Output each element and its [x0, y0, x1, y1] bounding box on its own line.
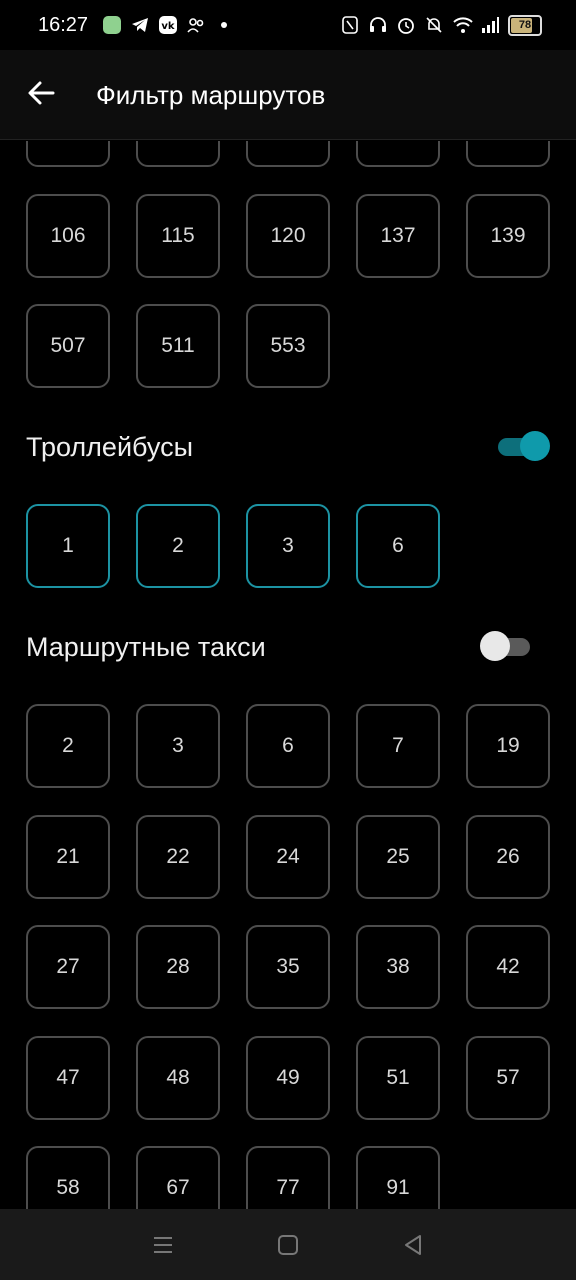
arrow-left-icon: [28, 81, 55, 105]
route-chip[interactable]: [356, 141, 440, 167]
back-icon: [405, 1234, 422, 1255]
route-chip[interactable]: 19: [466, 704, 550, 788]
route-chip[interactable]: 57: [466, 1036, 550, 1120]
route-chip[interactable]: 91: [356, 1146, 440, 1209]
toggle-knob: [480, 631, 510, 661]
menu-button[interactable]: [148, 1230, 178, 1260]
route-chip[interactable]: [136, 141, 220, 167]
route-chip[interactable]: 42: [466, 925, 550, 1009]
route-chip[interactable]: 6: [356, 504, 440, 588]
dot-icon: [214, 15, 234, 35]
status-time: 16:27: [38, 13, 89, 36]
route-chip[interactable]: 47: [26, 1036, 110, 1120]
route-chip[interactable]: [26, 141, 110, 167]
route-chip[interactable]: 2: [26, 704, 110, 788]
status-left: 16:27 vk: [38, 14, 234, 37]
route-filter-list[interactable]: 106 115 120 137 139 507 511 553 Троллейб…: [0, 141, 576, 1209]
mute-icon: [424, 15, 444, 35]
minibus-routes-row: 21 22 24 25 26: [26, 815, 550, 899]
route-chip[interactable]: 3: [136, 704, 220, 788]
route-chip[interactable]: 22: [136, 815, 220, 899]
route-chip[interactable]: 58: [26, 1146, 110, 1209]
alarm-icon: [396, 15, 416, 35]
route-chip[interactable]: 28: [136, 925, 220, 1009]
bus-routes-row-cut: [26, 141, 550, 167]
minibus-routes-row: 58 67 77 91: [26, 1146, 440, 1209]
route-chip[interactable]: 139: [466, 194, 550, 278]
minibuses-toggle[interactable]: [480, 631, 534, 661]
route-chip[interactable]: 24: [246, 815, 330, 899]
route-chip[interactable]: 137: [356, 194, 440, 278]
app-bar: Фильтр маршрутов: [0, 50, 576, 140]
status-right: 78: [340, 14, 542, 36]
svg-text:vk: vk: [161, 21, 175, 32]
headset-icon: [368, 15, 388, 35]
back-button[interactable]: [24, 76, 58, 110]
battery-icon: 78: [508, 14, 542, 36]
menu-icon: [153, 1236, 172, 1253]
section-title-trolleybuses: Троллейбусы: [26, 432, 193, 462]
telegram-icon: [130, 15, 150, 35]
route-chip[interactable]: [466, 141, 550, 167]
nfc-icon: [340, 15, 360, 35]
route-chip[interactable]: 49: [246, 1036, 330, 1120]
minibus-routes-row: 2 3 6 7 19: [26, 704, 550, 788]
route-chip[interactable]: 27: [26, 925, 110, 1009]
route-chip[interactable]: 2: [136, 504, 220, 588]
signal-icon: [480, 15, 500, 35]
route-chip[interactable]: 7: [356, 704, 440, 788]
home-button[interactable]: [273, 1230, 303, 1260]
trolleybuses-toggle[interactable]: [494, 431, 550, 461]
route-chip[interactable]: 507: [26, 304, 110, 388]
minibus-routes-row: 47 48 49 51 57: [26, 1036, 550, 1120]
route-chip[interactable]: 67: [136, 1146, 220, 1209]
route-chip[interactable]: 3: [246, 504, 330, 588]
trolleybus-routes-row: 1 2 3 6: [26, 504, 440, 588]
app-icon: [102, 15, 122, 35]
route-chip[interactable]: 115: [136, 194, 220, 278]
route-chip[interactable]: 21: [26, 815, 110, 899]
toggle-knob: [520, 431, 550, 461]
route-chip[interactable]: 553: [246, 304, 330, 388]
battery-level: 78: [518, 19, 532, 31]
route-chip[interactable]: 26: [466, 815, 550, 899]
status-bar: 16:27 vk 78: [0, 0, 576, 50]
back-nav-button[interactable]: [398, 1230, 428, 1260]
route-chip[interactable]: 25: [356, 815, 440, 899]
route-chip[interactable]: 1: [26, 504, 110, 588]
vk-icon: vk: [158, 15, 178, 35]
page-title: Фильтр маршрутов: [96, 80, 326, 110]
route-chip[interactable]: 38: [356, 925, 440, 1009]
route-chip[interactable]: 77: [246, 1146, 330, 1209]
bus-routes-row: 106 115 120 137 139: [26, 194, 550, 278]
bus-routes-row: 507 511 553: [26, 304, 330, 388]
home-icon: [277, 1234, 298, 1255]
system-nav-bar: [0, 1209, 576, 1280]
people-icon: [186, 15, 206, 35]
route-chip[interactable]: 511: [136, 304, 220, 388]
minibus-routes-row: 27 28 35 38 42: [26, 925, 550, 1009]
route-chip[interactable]: 35: [246, 925, 330, 1009]
route-chip[interactable]: [246, 141, 330, 167]
route-chip[interactable]: 6: [246, 704, 330, 788]
wifi-icon: [452, 15, 473, 35]
route-chip[interactable]: 106: [26, 194, 110, 278]
route-chip[interactable]: 48: [136, 1036, 220, 1120]
section-title-minibuses: Маршрутные такси: [26, 632, 266, 662]
route-chip[interactable]: 120: [246, 194, 330, 278]
route-chip[interactable]: 51: [356, 1036, 440, 1120]
